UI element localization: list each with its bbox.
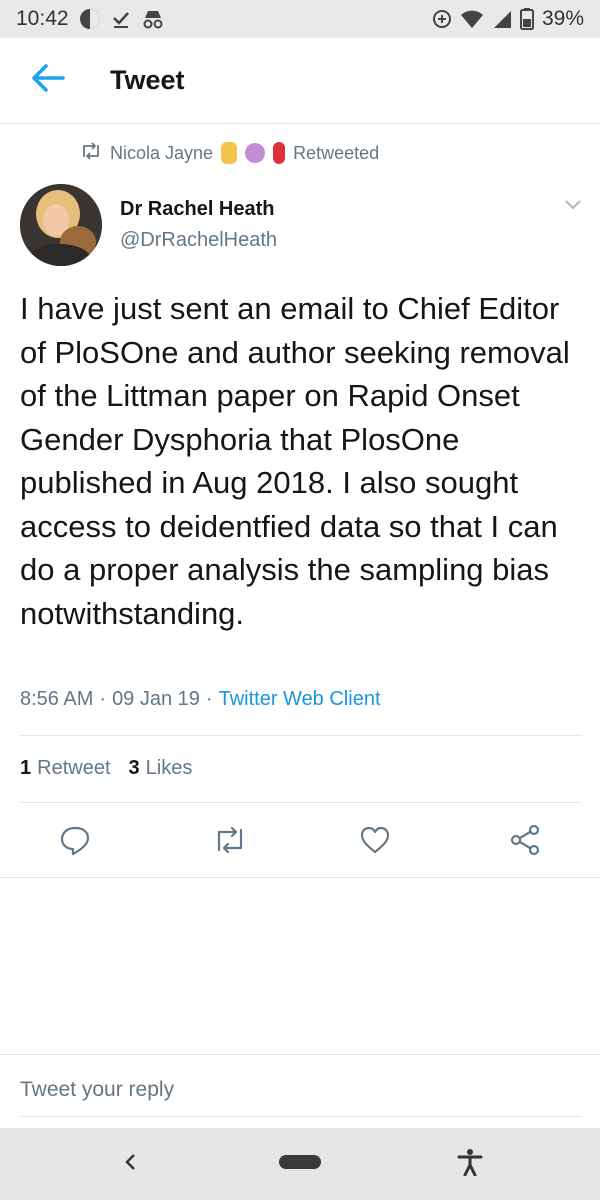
tweet-text: I have just sent an email to Chief Edito… <box>20 291 570 631</box>
divider <box>20 1116 582 1117</box>
divider <box>0 877 600 878</box>
tweet-options-button[interactable] <box>558 196 588 218</box>
reply-button[interactable] <box>53 820 97 864</box>
wifi-icon <box>460 9 484 29</box>
tweet-date: 09 Jan 19 <box>112 688 200 710</box>
app-bar: Tweet <box>0 38 600 124</box>
chevron-left-icon <box>123 1152 137 1177</box>
retweet-icon <box>213 826 247 859</box>
share-icon <box>509 824 541 861</box>
back-arrow-icon <box>31 63 65 98</box>
tweet-stats: 1 Retweet 3 Likes <box>20 757 192 780</box>
author-handle[interactable]: @DrRachelHeath <box>120 229 277 252</box>
battery-percent: 39% <box>541 7 584 30</box>
reply-input[interactable]: Tweet your reply <box>20 1078 174 1102</box>
reply-icon <box>59 824 91 861</box>
author-name[interactable]: Dr Rachel Heath <box>120 198 275 221</box>
likes-stat[interactable]: 3 Likes <box>129 757 193 780</box>
retweets-stat[interactable]: 1 Retweet <box>20 757 111 780</box>
page-title: Tweet <box>110 65 185 95</box>
retweet-button[interactable] <box>208 820 252 864</box>
share-button[interactable] <box>503 820 547 864</box>
status-bar: 10:42 39% <box>0 0 600 38</box>
data-saver-plus-icon <box>432 9 452 29</box>
likes-count: 3 <box>128 757 140 779</box>
back-button[interactable] <box>20 53 76 109</box>
status-time: 10:42 <box>16 7 69 30</box>
tweet-client-link[interactable]: Twitter Web Client <box>219 688 381 711</box>
system-nav-bar <box>0 1128 600 1200</box>
tweet-actions <box>0 820 600 864</box>
accessibility-button[interactable] <box>450 1128 490 1200</box>
tweet-time: 8:56 AM <box>20 688 94 710</box>
divider <box>20 735 582 736</box>
accessibility-icon <box>457 1148 483 1181</box>
divider <box>20 802 582 803</box>
data-saver-icon <box>79 8 101 30</box>
download-done-icon <box>111 9 131 29</box>
retweets-count: 1 <box>20 757 32 779</box>
emoji-icon <box>221 142 238 164</box>
incognito-icon <box>141 8 165 30</box>
emoji-icon <box>245 143 266 163</box>
retweeter-name: Nicola Jayne <box>110 142 214 163</box>
retweet-icon <box>80 141 102 165</box>
chevron-down-icon <box>564 198 582 216</box>
battery-icon <box>519 8 534 30</box>
cell-signal-icon <box>492 9 512 29</box>
retweets-label: Retweet <box>37 757 111 779</box>
like-button[interactable] <box>353 820 397 864</box>
likes-label: Likes <box>145 757 193 779</box>
divider <box>0 1054 600 1055</box>
heart-icon <box>359 825 391 860</box>
nav-back-button[interactable] <box>110 1128 150 1200</box>
separator: · <box>99 688 107 710</box>
nav-home-button[interactable] <box>276 1128 324 1200</box>
retweet-context[interactable]: Nicola Jayne Retweeted <box>80 138 379 168</box>
home-pill-icon <box>278 1154 322 1175</box>
emoji-icon <box>273 142 286 164</box>
retweeted-label: Retweeted <box>293 142 380 163</box>
avatar[interactable] <box>20 184 102 266</box>
separator: · <box>205 688 213 710</box>
tweet-meta: 8:56 AM · 09 Jan 19 · Twitter Web Client <box>20 688 381 711</box>
